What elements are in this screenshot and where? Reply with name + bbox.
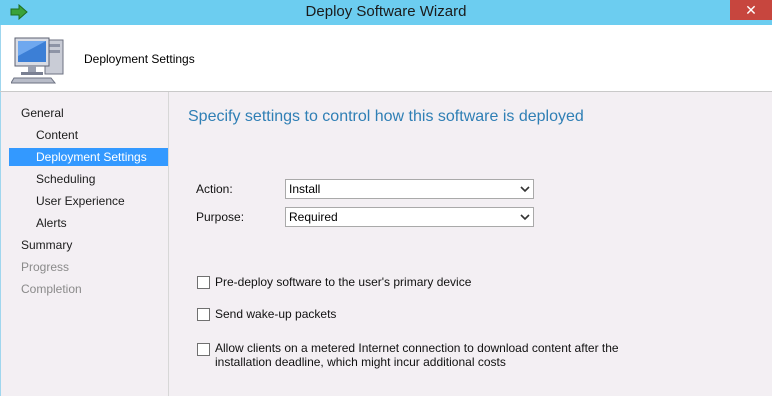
metered-connection-checkbox[interactable] [197,343,210,356]
wake-up-packets-checkbox[interactable] [197,308,210,321]
header-title: Deployment Settings [84,52,195,66]
action-label: Action: [196,182,233,196]
wizard-navigation: General Content Deployment Settings Sche… [0,92,168,396]
wizard-header: Deployment Settings [0,25,772,91]
action-dropdown[interactable]: Install [285,179,534,199]
deployment-settings-page: Specify settings to control how this sof… [169,92,772,396]
nav-item-completion: Completion [21,282,82,296]
purpose-dropdown[interactable]: Required [285,207,534,227]
nav-item-alerts[interactable]: Alerts [36,214,67,232]
nav-item-content[interactable]: Content [36,126,78,144]
action-dropdown-value: Install [289,182,321,196]
chevron-down-icon [520,186,530,193]
page-heading: Specify settings to control how this sof… [188,108,584,125]
computer-icon [11,37,64,84]
deploy-software-wizard-window: Deploy Software Wizard ✕ Deployment Sett… [0,0,772,396]
chevron-down-icon [520,214,530,221]
purpose-label: Purpose: [196,210,245,224]
nav-item-user-experience[interactable]: User Experience [36,192,125,210]
purpose-dropdown-value: Required [289,210,338,224]
pre-deploy-label[interactable]: Pre-deploy software to the user's primar… [215,275,471,289]
pre-deploy-checkbox[interactable] [197,276,210,289]
metered-connection-label-line1[interactable]: Allow clients on a metered Internet conn… [215,341,619,355]
title-bar[interactable]: Deploy Software Wizard ✕ [0,0,772,25]
close-button[interactable]: ✕ [730,0,772,20]
window-title: Deploy Software Wizard [305,3,467,20]
nav-item-scheduling[interactable]: Scheduling [36,170,95,188]
nav-item-deployment-settings[interactable]: Deployment Settings [9,148,168,166]
wake-up-packets-label[interactable]: Send wake-up packets [215,307,336,321]
nav-item-general[interactable]: General [21,104,64,122]
metered-connection-label-line2[interactable]: installation deadline, which might incur… [215,355,506,369]
nav-item-summary[interactable]: Summary [21,236,72,254]
nav-item-progress: Progress [21,260,70,274]
